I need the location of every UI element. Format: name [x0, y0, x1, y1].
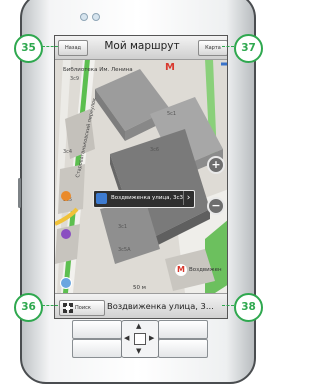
- map-label-house: 3с6: [150, 147, 160, 153]
- title-bar: Назад Мой маршрут Карта: [55, 36, 227, 60]
- chevron-right-icon[interactable]: ›: [183, 191, 193, 205]
- dpad-down-icon[interactable]: ▼: [136, 347, 141, 355]
- poi-icon[interactable]: [61, 191, 71, 201]
- home-icon[interactable]: [96, 193, 107, 204]
- map-label-house: 3с4: [63, 149, 73, 155]
- hw-left-bottom-key[interactable]: [72, 339, 122, 358]
- search-icon: [63, 303, 73, 313]
- address-label: Воздвиженка улица, 3...: [107, 301, 214, 311]
- poi-icon[interactable]: [61, 229, 71, 239]
- hw-right-top-key[interactable]: [158, 320, 208, 339]
- zoom-in-button[interactable]: +: [207, 156, 225, 174]
- page-title: Мой маршрут: [104, 40, 180, 52]
- back-button[interactable]: Назад: [58, 40, 88, 56]
- dpad[interactable]: ▲ ▼ ◀ ▶: [121, 320, 159, 358]
- dpad-left-icon[interactable]: ◀: [124, 334, 129, 342]
- callout-leader: [222, 305, 234, 306]
- hw-left-top-key[interactable]: [72, 320, 122, 339]
- callout-36: 36: [14, 293, 43, 322]
- map-view[interactable]: Библиотека Им. Ленина М 3с9 5с1 3с6 3с4 …: [55, 59, 227, 293]
- callout-leader: [42, 46, 58, 47]
- search-button-label: Поиск: [75, 305, 91, 311]
- zoom-out-button[interactable]: −: [207, 197, 225, 215]
- callout-38: 38: [234, 293, 263, 322]
- metro-icon: М: [165, 62, 175, 73]
- light-sensor: [92, 13, 100, 21]
- metro-icon: М: [175, 264, 187, 276]
- search-button[interactable]: Поиск: [59, 300, 105, 316]
- map-label-house: 5с1: [167, 111, 177, 117]
- callout-leader: [42, 305, 58, 306]
- dpad-right-icon[interactable]: ▶: [149, 334, 154, 342]
- location-icon[interactable]: [60, 277, 72, 289]
- popup-address: Воздвиженка улица, 3с3: [111, 195, 184, 201]
- map-label-house: 3с1: [118, 224, 128, 230]
- callout-35: 35: [14, 34, 43, 63]
- side-key[interactable]: [18, 178, 21, 208]
- dpad-center-button[interactable]: [134, 333, 146, 345]
- location-popup[interactable]: Воздвиженка улица, 3с3 ›: [93, 190, 195, 208]
- hw-right-bottom-key[interactable]: [158, 339, 208, 358]
- map-label-street: Воздвижен: [189, 267, 222, 273]
- map-label-house: 3с5А: [118, 247, 131, 253]
- device-screen: Библиотека Им. Ленина М 3с9 5с1 3с6 3с4 …: [54, 35, 228, 319]
- map-scale-label: 50 м: [133, 285, 146, 291]
- map-label-library: Библиотека Им. Ленина: [63, 67, 133, 73]
- bottom-bar: Поиск Воздвиженка улица, 3...: [55, 293, 227, 318]
- map-label-house: 3с9: [70, 76, 80, 82]
- front-camera: [80, 13, 88, 21]
- dpad-up-icon[interactable]: ▲: [136, 322, 141, 330]
- map-button[interactable]: Карта: [198, 40, 227, 56]
- callout-37: 37: [234, 34, 263, 63]
- callout-leader: [222, 46, 234, 47]
